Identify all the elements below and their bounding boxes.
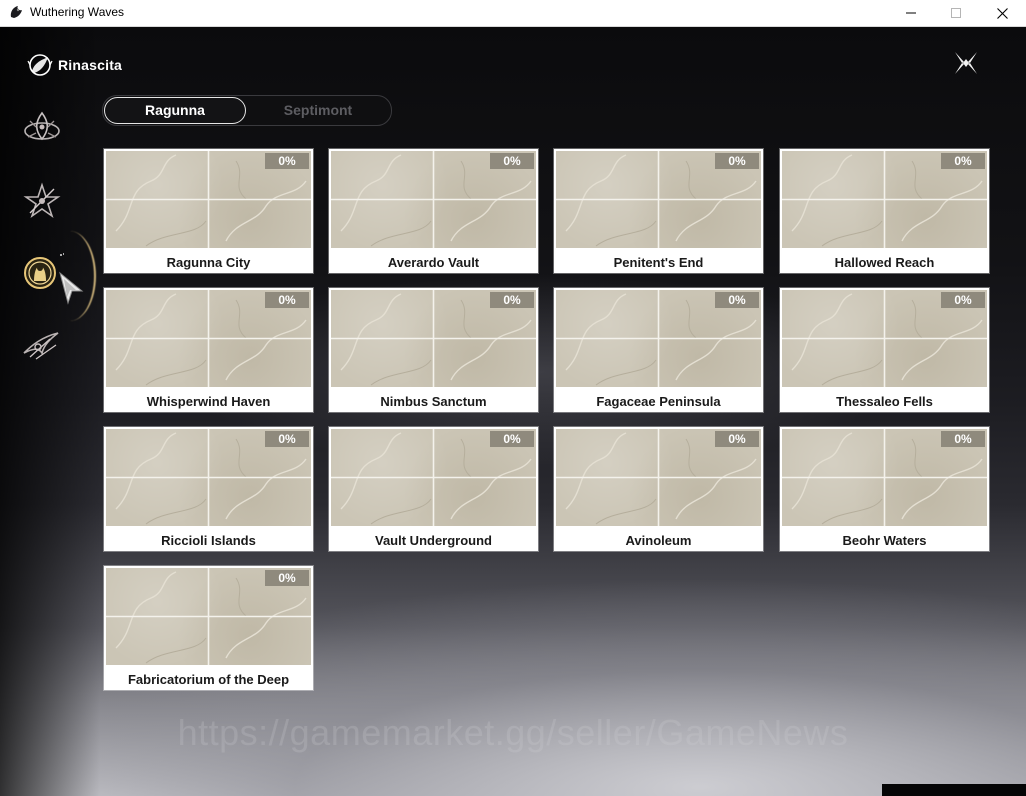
sidebar-item-star[interactable] bbox=[20, 179, 64, 223]
exploration-progress-badge: 0% bbox=[265, 431, 309, 447]
region-name: Thessaleo Fells bbox=[836, 394, 933, 409]
region-name: Whisperwind Haven bbox=[146, 394, 271, 409]
region-card[interactable]: 0% Fabricatorium of the Deep bbox=[104, 566, 313, 690]
region-name: Avinoleum bbox=[625, 533, 692, 548]
region-map-thumbnail: 0% bbox=[556, 290, 761, 387]
region-name: Averardo Vault bbox=[387, 255, 480, 270]
maximize-icon bbox=[951, 8, 961, 18]
region-card[interactable]: 0% Fagaceae Peninsula bbox=[554, 288, 763, 412]
region-name: Vault Underground bbox=[375, 533, 492, 548]
region-map-thumbnail: 0% bbox=[556, 429, 761, 526]
exploration-progress-badge: 0% bbox=[941, 153, 985, 169]
rinascita-emblem-icon bbox=[26, 51, 54, 79]
bottom-edge bbox=[882, 784, 1026, 796]
minimize-icon bbox=[906, 12, 916, 14]
dragon-emblem-icon bbox=[24, 111, 60, 141]
region-map-thumbnail: 0% bbox=[331, 290, 536, 387]
region-name: Beohr Waters bbox=[842, 533, 927, 548]
exploration-progress-badge: 0% bbox=[265, 292, 309, 308]
tab-ragunna[interactable]: Ragunna bbox=[104, 97, 246, 124]
region-map-thumbnail: 0% bbox=[782, 151, 987, 248]
region-map-thumbnail: 0% bbox=[782, 290, 987, 387]
region-map-thumbnail: 0% bbox=[106, 429, 311, 526]
region-map-thumbnail: 0% bbox=[106, 151, 311, 248]
exploration-progress-badge: 0% bbox=[941, 292, 985, 308]
region-card[interactable]: 0% Hallowed Reach bbox=[780, 149, 989, 273]
region-name: Penitent's End bbox=[613, 255, 704, 270]
close-x-icon[interactable] bbox=[950, 47, 982, 79]
exploration-progress-badge: 0% bbox=[490, 431, 534, 447]
region-map-thumbnail: 0% bbox=[331, 429, 536, 526]
region-map-thumbnail: 0% bbox=[106, 568, 311, 665]
close-window-button[interactable] bbox=[979, 0, 1025, 26]
star-crest-icon bbox=[23, 182, 61, 219]
region-card[interactable]: 0% Penitent's End bbox=[554, 149, 763, 273]
minimize-button[interactable] bbox=[888, 0, 934, 26]
region-name: Hallowed Reach bbox=[834, 255, 935, 270]
region-title: Rinascita bbox=[58, 57, 123, 73]
window-title: Wuthering Waves bbox=[30, 5, 125, 19]
window-title-bar: Wuthering Waves bbox=[0, 0, 1026, 27]
exploration-progress-badge: 0% bbox=[490, 292, 534, 308]
region-card[interactable]: 0% Riccioli Islands bbox=[104, 427, 313, 551]
exploration-progress-badge: 0% bbox=[265, 570, 309, 586]
winged-crest-icon bbox=[23, 332, 59, 360]
game-client: Rinascita Ragunna Septimont 0% Ragunna C… bbox=[0, 27, 1026, 796]
watermark-text: https://gamemarket.gg/seller/GameNews bbox=[177, 712, 849, 753]
sidebar-item-dragon[interactable] bbox=[20, 107, 64, 151]
nation-tabs: Ragunna Septimont bbox=[102, 95, 392, 126]
region-card[interactable]: 0% Ragunna City bbox=[104, 149, 313, 273]
region-card[interactable]: 0% Nimbus Sanctum bbox=[329, 288, 538, 412]
close-icon bbox=[996, 7, 1008, 19]
region-card[interactable]: 0% Whisperwind Haven bbox=[104, 288, 313, 412]
exploration-progress-badge: 0% bbox=[715, 292, 759, 308]
region-card[interactable]: 0% Beohr Waters bbox=[780, 427, 989, 551]
region-map-thumbnail: 0% bbox=[331, 151, 536, 248]
exploration-progress-badge: 0% bbox=[490, 153, 534, 169]
region-name: Riccioli Islands bbox=[161, 533, 256, 548]
exploration-progress-badge: 0% bbox=[265, 153, 309, 169]
region-card[interactable]: 0% Averardo Vault bbox=[329, 149, 538, 273]
exploration-progress-badge: 0% bbox=[715, 431, 759, 447]
region-map-thumbnail: 0% bbox=[106, 290, 311, 387]
region-name: Nimbus Sanctum bbox=[380, 394, 487, 409]
region-card[interactable]: 0% Avinoleum bbox=[554, 427, 763, 551]
tab-septimont[interactable]: Septimont bbox=[245, 96, 391, 125]
region-card[interactable]: 0% Vault Underground bbox=[329, 427, 538, 551]
region-name: Fabricatorium of the Deep bbox=[127, 672, 290, 687]
region-name: Ragunna City bbox=[166, 255, 251, 270]
brand-header: Rinascita bbox=[26, 51, 122, 79]
exploration-progress-badge: 0% bbox=[715, 153, 759, 169]
maximize-button[interactable] bbox=[933, 0, 979, 26]
sidebar-item-winged[interactable] bbox=[20, 323, 64, 367]
region-card[interactable]: 0% Thessaleo Fells bbox=[780, 288, 989, 412]
region-name: Fagaceae Peninsula bbox=[596, 394, 721, 409]
region-map-thumbnail: 0% bbox=[556, 151, 761, 248]
exploration-progress-badge: 0% bbox=[941, 431, 985, 447]
region-map-thumbnail: 0% bbox=[782, 429, 987, 526]
cursor-arrow-icon bbox=[54, 271, 88, 307]
game-icon bbox=[8, 4, 24, 20]
